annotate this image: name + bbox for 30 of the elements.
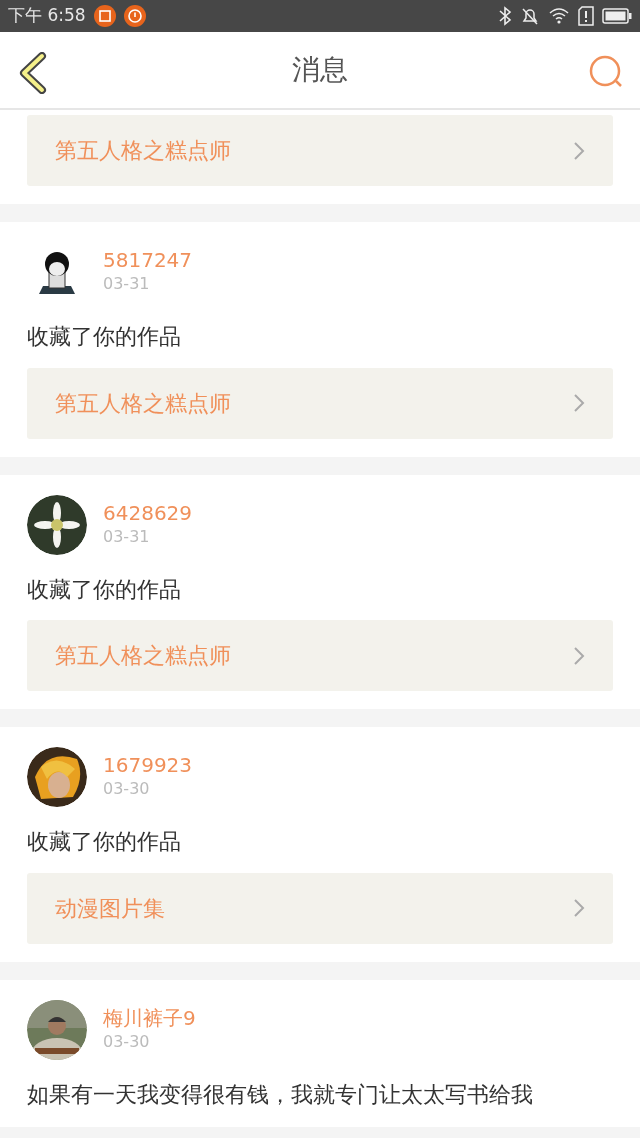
message-text: 收藏了你的作品 [27, 575, 182, 604]
page-title: 消息 [292, 52, 348, 88]
notification-icon [93, 5, 116, 27]
work-link[interactable]: 第五人格之糕点师 [27, 115, 613, 186]
alert-icon [123, 5, 146, 27]
message-date: 03-31 [103, 525, 151, 548]
chevron-right-icon [573, 393, 585, 414]
username-link[interactable]: 梅川裤子9 [103, 1005, 196, 1030]
message-date: 03-31 [103, 273, 151, 295]
work-link[interactable]: 动漫图片集 [27, 872, 613, 944]
sim-alert-icon [578, 6, 594, 26]
wifi-icon [548, 7, 570, 25]
chevron-right-icon [573, 898, 585, 919]
username-link[interactable]: 5817247 [103, 248, 193, 272]
bell-muted-icon [520, 6, 540, 26]
battery-icon [602, 8, 632, 24]
work-link[interactable]: 第五人格之糕点师 [27, 620, 613, 692]
message-text: 如果有一天我变得很有钱，我就专门让太太写书给我 [27, 1080, 534, 1109]
message-text: 收藏了你的作品 [27, 828, 182, 857]
username-link[interactable]: 6428629 [103, 500, 193, 525]
back-icon[interactable] [18, 52, 48, 94]
bluetooth-icon [498, 6, 512, 26]
chevron-right-icon [573, 645, 585, 666]
message-date: 03-30 [103, 778, 151, 801]
chevron-right-icon [573, 140, 585, 161]
message-date: 03-30 [103, 1030, 151, 1053]
username-link[interactable]: 1679923 [103, 753, 193, 778]
status-time: 下午 6:58 [8, 4, 86, 28]
work-link[interactable]: 第五人格之糕点师 [27, 367, 613, 439]
message-text: 收藏了你的作品 [27, 323, 182, 351]
